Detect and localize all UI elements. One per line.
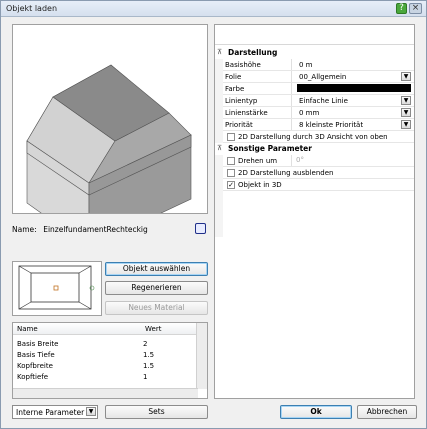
- close-icon[interactable]: ×: [409, 3, 422, 14]
- property-label: Basishöhe: [225, 61, 261, 69]
- checkbox-label: Objekt in 3D: [238, 181, 282, 189]
- option-hide-2d[interactable]: 2D Darstellung ausblenden: [223, 167, 414, 179]
- help-icon[interactable]: ?: [396, 3, 407, 14]
- param-name: Kopfbreite: [17, 362, 53, 370]
- property-value[interactable]: Einfache Linie: [299, 97, 348, 105]
- collapse-icon[interactable]: ⊼: [217, 144, 222, 152]
- param-value[interactable]: 1.5: [143, 351, 154, 359]
- param-name: Kopftiefe: [17, 373, 49, 381]
- property-label: Linienstärke: [225, 109, 268, 117]
- param-value[interactable]: 1: [143, 373, 147, 381]
- property-value[interactable]: 0 m: [299, 61, 313, 69]
- 2d-thumbnail: [12, 261, 102, 316]
- param-value[interactable]: 2: [143, 340, 147, 348]
- parameter-mode-select[interactable]: Interne Parameter ▼: [12, 405, 98, 419]
- column-name-header[interactable]: Name: [17, 325, 38, 333]
- title-bar: Objekt laden ? ×: [1, 1, 426, 17]
- option-2d-through-3d[interactable]: 2D Darstellung durch 3D Ansicht von oben: [223, 131, 414, 143]
- section-other-label: Sonstige Parameter: [228, 144, 312, 153]
- object-load-dialog: Objekt laden ? × Name: EinzelfundamentRe…: [0, 0, 427, 429]
- checkbox-label: 2D Darstellung durch 3D Ansicht von oben: [238, 133, 388, 141]
- object-name: EinzelfundamentRechteckig: [43, 225, 148, 234]
- section-display-label: Darstellung: [228, 48, 278, 57]
- checkbox[interactable]: [227, 169, 235, 177]
- window-title: Objekt laden: [6, 4, 58, 13]
- property-label: Priorität: [225, 121, 253, 129]
- property-value[interactable]: 8 kleinste Priorität: [299, 121, 363, 129]
- chevron-down-icon[interactable]: ▼: [401, 108, 411, 117]
- column-value-header[interactable]: Wert: [145, 325, 161, 333]
- table-row[interactable]: Basis Tiefe 1.5: [13, 350, 196, 360]
- chevron-down-icon[interactable]: ▼: [401, 96, 411, 105]
- property-layer[interactable]: Folie 00_Allgemein ▼: [223, 71, 414, 83]
- 2d-plan-icon: [18, 265, 95, 310]
- param-value[interactable]: 1.5: [143, 362, 154, 370]
- chevron-down-icon[interactable]: ▼: [401, 72, 411, 81]
- table-row[interactable]: Kopftiefe 1: [13, 372, 196, 382]
- ok-button[interactable]: Ok: [280, 405, 352, 419]
- property-priority[interactable]: Priorität 8 kleinste Priorität ▼: [223, 119, 414, 131]
- checkbox[interactable]: [227, 157, 235, 165]
- checkbox-label: Drehen um: [238, 157, 278, 165]
- property-label: Linientyp: [225, 97, 258, 105]
- property-label: Farbe: [225, 85, 245, 93]
- checkbox[interactable]: [227, 133, 235, 141]
- checkbox-label: 2D Darstellung ausblenden: [238, 169, 334, 177]
- property-value[interactable]: 00_Allgemein: [299, 73, 346, 81]
- foundation-3d-model: [26, 64, 192, 248]
- color-swatch[interactable]: [297, 84, 411, 92]
- option-rotate[interactable]: Drehen um 0°: [223, 155, 414, 167]
- parameter-table[interactable]: Name Wert Basis Breite 2 Basis Tiefe 1.5…: [12, 322, 208, 399]
- param-name: Basis Tiefe: [17, 351, 55, 359]
- name-label: Name:: [12, 225, 37, 234]
- parameter-mode-value: Interne Parameter: [16, 408, 85, 417]
- property-base-height[interactable]: Basishöhe 0 m: [223, 59, 414, 71]
- section-display[interactable]: ⊼ Darstellung: [215, 47, 414, 59]
- table-row[interactable]: Kopfbreite 1.5: [13, 361, 196, 371]
- property-toolbar: [215, 25, 414, 45]
- section-other[interactable]: ⊼ Sonstige Parameter: [215, 143, 414, 155]
- chevron-down-icon[interactable]: ▼: [86, 407, 96, 416]
- chevron-down-icon[interactable]: ▼: [401, 120, 411, 129]
- property-line-width[interactable]: Linienstärke 0 mm ▼: [223, 107, 414, 119]
- property-label: Folie: [225, 73, 242, 81]
- object-name-row: Name: EinzelfundamentRechteckig: [12, 223, 208, 237]
- property-color[interactable]: Farbe: [223, 83, 414, 95]
- new-material-button: Neues Material: [105, 301, 208, 315]
- regenerate-button[interactable]: Regenerieren: [105, 281, 208, 295]
- collapse-icon[interactable]: ⊼: [217, 48, 222, 56]
- select-object-button[interactable]: Objekt auswählen: [105, 262, 208, 276]
- horizontal-scrollbar[interactable]: [13, 388, 198, 398]
- param-name: Basis Breite: [17, 340, 59, 348]
- vertical-scrollbar[interactable]: [196, 323, 207, 389]
- sets-button[interactable]: Sets: [105, 405, 208, 419]
- 3d-preview[interactable]: [12, 24, 208, 248]
- property-value[interactable]: 0 mm: [299, 109, 319, 117]
- object-link-icon[interactable]: [195, 223, 206, 234]
- table-row[interactable]: Basis Breite 2: [13, 339, 196, 349]
- table-header: Name Wert: [13, 323, 196, 335]
- rotate-value: 0°: [291, 155, 304, 166]
- option-object-3d[interactable]: ✓ Objekt in 3D: [223, 179, 414, 191]
- checkbox-checked[interactable]: ✓: [227, 181, 235, 189]
- cancel-button[interactable]: Abbrechen: [357, 405, 417, 419]
- property-grid: ⊼ Darstellung Basishöhe 0 m Folie 00_All…: [214, 24, 415, 399]
- property-line-type[interactable]: Linientyp Einfache Linie ▼: [223, 95, 414, 107]
